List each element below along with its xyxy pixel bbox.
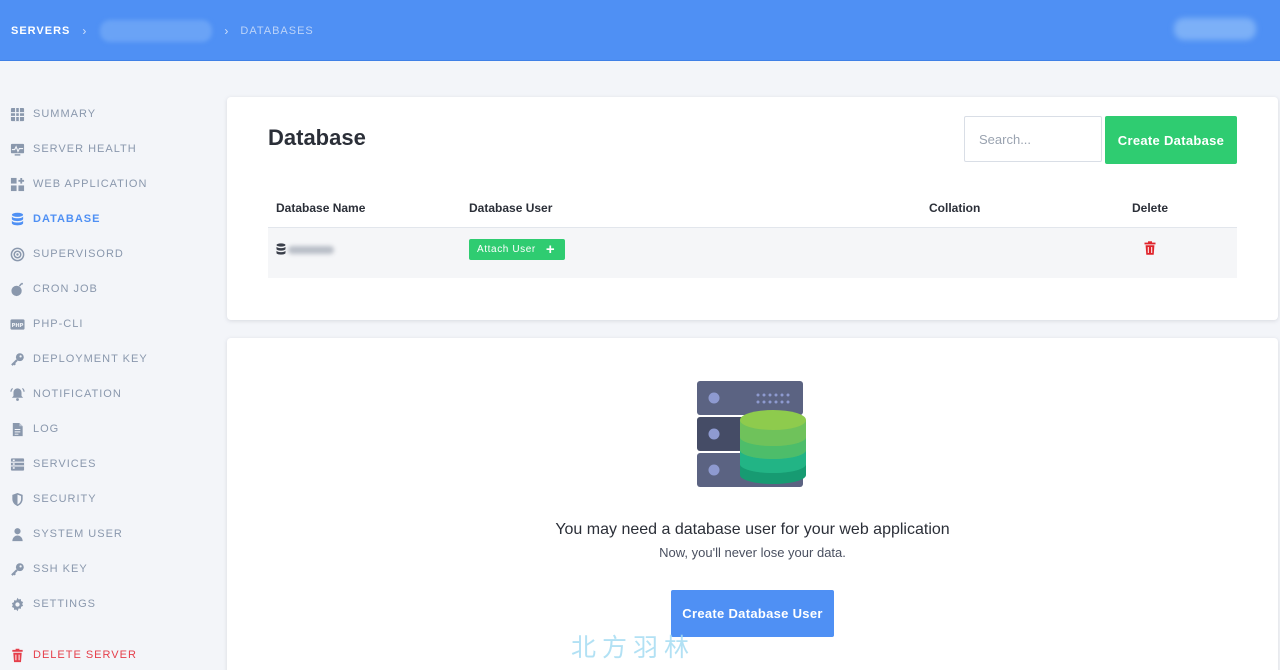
user-icon [10,527,25,542]
table-row: Attach User + [268,228,1237,278]
sidebar-item-services[interactable]: SERVICES [10,454,96,474]
empty-state-title: You may need a database user for your we… [555,521,950,538]
breadcrumb-server-name-redacted[interactable] [100,19,213,42]
sidebar-item-notification[interactable]: NOTIFICATION [10,384,122,404]
plus-icon: + [545,241,556,258]
gear-icon [10,597,25,612]
column-header-delete: Delete [1132,201,1169,215]
account-menu-redacted[interactable] [1174,18,1256,40]
sidebar-item-label: SUPERVISORD [33,248,124,260]
sidebar-item-label: PHP-CLI [33,318,84,330]
sidebar-item-php-cli[interactable]: PHP PHP-CLI [10,314,83,334]
database-user-empty-card: You may need a database user for your we… [227,338,1278,670]
sidebar-item-supervisord[interactable]: SUPERVISORD [10,244,124,264]
empty-state-subtitle: Now, you'll never lose your data. [659,545,846,560]
database-icon [276,242,286,255]
sidebar-item-database[interactable]: DATABASE [10,209,100,229]
watermark: 北方羽林 [571,633,696,662]
sidebar-item-label: DATABASE [33,213,101,225]
breadcrumb-current: DATABASES [240,24,314,37]
database-icon [10,212,25,227]
services-icon [10,457,25,472]
chevron-right-icon: › [224,23,229,38]
grid-icon [10,107,25,122]
key-icon [10,352,25,367]
sidebar-item-settings[interactable]: SETTINGS [10,594,96,614]
sidebar-item-label: SERVICES [33,458,97,470]
server-database-illustration-icon [697,381,806,487]
sidebar-item-label: SUMMARY [33,108,97,120]
chevron-right-icon: › [82,23,87,38]
sidebar-item-system-user[interactable]: SYSTEM USER [10,524,123,544]
sidebar-item-label: DEPLOYMENT KEY [33,353,148,365]
svg-text:PHP: PHP [12,322,24,328]
sidebar-item-cron-job[interactable]: CRON JOB [10,279,98,299]
sidebar-item-web-application[interactable]: WEB APPLICATION [10,174,147,194]
column-header-database-user: Database User [469,201,553,215]
create-database-button[interactable]: Create Database [1105,116,1237,164]
breadcrumb-servers[interactable]: SERVERS [11,25,70,37]
sidebar-item-ssh-key[interactable]: SSH KEY [10,559,88,579]
sidebar-item-label: SSH KEY [33,563,88,575]
attach-user-label: Attach User [477,244,536,255]
sidebar-item-label: WEB APPLICATION [33,178,148,190]
breadcrumb: SERVERS › › DATABASES [11,0,314,61]
column-header-database-name: Database Name [276,201,366,215]
sidebar-item-delete-server[interactable]: DELETE SERVER [10,645,137,665]
delete-database-trash-icon[interactable] [1144,241,1156,255]
sidebar: SUMMARY SERVER HEALTH WEB APPLICATION DA… [0,62,215,670]
sidebar-item-label: SYSTEM USER [33,528,123,540]
bomb-timer-icon [10,282,25,297]
page-title: Database [268,125,366,150]
pulse-monitor-icon [10,142,25,157]
sidebar-item-label: SERVER HEALTH [33,143,137,155]
sidebar-item-label: NOTIFICATION [33,388,122,400]
sidebar-item-label: CRON JOB [33,283,98,295]
bell-icon [10,387,25,402]
column-header-collation: Collation [929,201,981,215]
sidebar-item-deployment-key[interactable]: DEPLOYMENT KEY [10,349,148,369]
database-name-redacted [288,246,334,254]
sidebar-item-label: LOG [33,423,60,435]
apps-icon [10,177,25,192]
sidebar-item-server-health[interactable]: SERVER HEALTH [10,139,137,159]
attach-user-button[interactable]: Attach User + [469,239,565,260]
create-database-user-button[interactable]: Create Database User [671,590,834,637]
database-card: Database Create Database Database Name D… [227,97,1278,320]
key-icon [10,562,25,577]
trash-icon [10,648,25,663]
php-icon: PHP [10,317,25,332]
sidebar-item-label: DELETE SERVER [33,649,137,661]
sidebar-item-label: SECURITY [33,493,97,505]
shield-icon [10,492,25,507]
search-input[interactable] [964,116,1102,162]
top-bar: SERVERS › › DATABASES [0,0,1280,61]
target-icon [10,247,25,262]
sidebar-item-log[interactable]: LOG [10,419,59,439]
sidebar-item-summary[interactable]: SUMMARY [10,104,96,124]
document-icon [10,422,25,437]
sidebar-item-label: SETTINGS [33,598,97,610]
sidebar-item-security[interactable]: SECURITY [10,489,97,509]
